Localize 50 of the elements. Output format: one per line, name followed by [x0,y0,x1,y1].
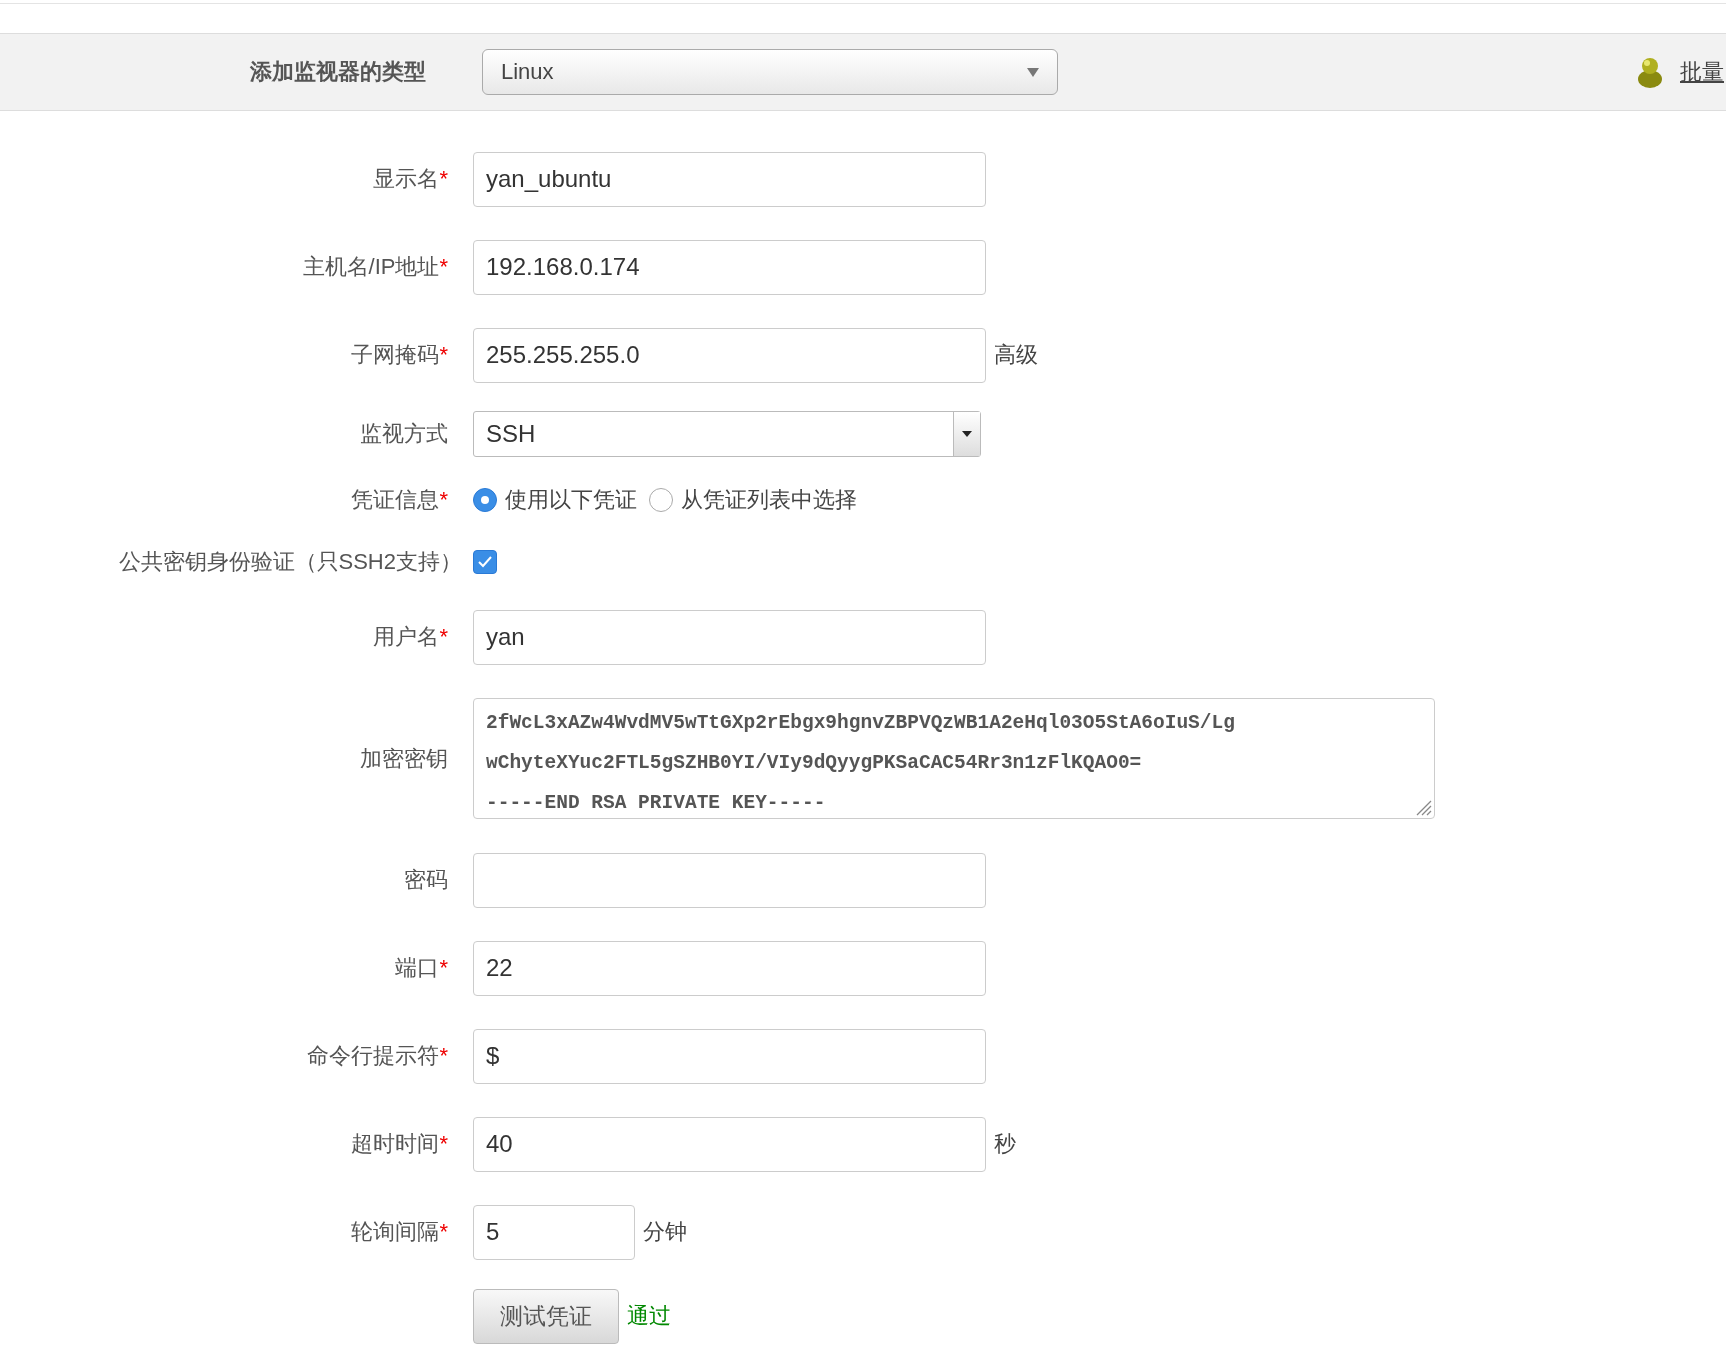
required-asterisk: * [439,955,448,980]
radio-label[interactable]: 使用以下凭证 [505,485,637,515]
input-field[interactable]: yan [473,609,986,665]
radio-button[interactable] [473,488,497,512]
field-label: 显示名 [373,166,440,191]
field-label: 命令行提示符 [307,1043,440,1068]
dropdown-arrow-icon [962,431,972,437]
required-asterisk: * [439,624,448,649]
field-label: 主机名/IP地址 [302,254,440,279]
field-label: 用户名 [373,624,440,649]
result-text: 通过 [627,1302,671,1330]
input-field[interactable]: 255.255.255.0 [473,327,986,383]
field-label: 超时时间 [351,1131,440,1156]
bulk-icon [1636,55,1664,89]
field-label: 端口 [395,955,440,980]
input-field[interactable] [473,852,986,908]
checkmark-icon [478,556,492,568]
monitor-type-select[interactable]: Linux [482,49,1058,95]
unit-text: 秒 [994,1130,1016,1158]
field-label: 密码 [404,867,448,892]
required-asterisk: * [439,1131,448,1156]
checkbox[interactable] [473,550,497,574]
unit-text: 分钟 [643,1218,687,1246]
required-asterisk: * [439,1043,448,1068]
field-label: 子网掩码 [351,342,440,367]
bulk-link[interactable]: 批量 [1680,57,1724,87]
toolbar-label: 添加监视器的类型 [250,58,427,86]
required-asterisk: * [439,254,448,279]
input-field[interactable]: 22 [473,940,986,996]
dropdown-arrow-icon [1027,67,1039,77]
required-asterisk: * [439,166,448,191]
field-label: 凭证信息 [351,487,440,512]
required-asterisk: * [439,342,448,367]
field-label: 监视方式 [360,421,448,446]
field-label: 公共密钥身份验证（只SSH2支持） [118,548,462,576]
field-label: 加密密钥 [360,745,448,771]
textarea-field[interactable]: 2fWcL3xAZw4WvdMV5wTtGXp2rEbgx9hgnvZBPVQzWB1A2eHql03O5StA6oIuS/Lg wChyteXYuc2FTL5gSZHB0YI/VIy9dQyygPKSaCAC54Rr3n1zFlKQAO0= -----END RSA PRIVATE KEY----- [473,698,1435,819]
required-asterisk: * [439,1219,448,1244]
required-asterisk: * [439,487,448,512]
unit-text[interactable]: 高级 [994,340,1038,370]
input-field[interactable]: yan_ubuntu [473,151,986,207]
test-credentials-button[interactable]: 测试凭证 [473,1288,619,1344]
radio-label[interactable]: 从凭证列表中选择 [681,485,857,515]
radio-button[interactable] [649,488,673,512]
input-field[interactable]: 192.168.0.174 [473,239,986,295]
input-field[interactable]: $ [473,1028,986,1084]
monitor-method-select[interactable]: SSH [473,411,981,457]
input-field[interactable]: 40 [473,1116,986,1172]
input-field[interactable]: 5 [473,1204,635,1260]
field-label: 轮询间隔 [351,1219,440,1244]
